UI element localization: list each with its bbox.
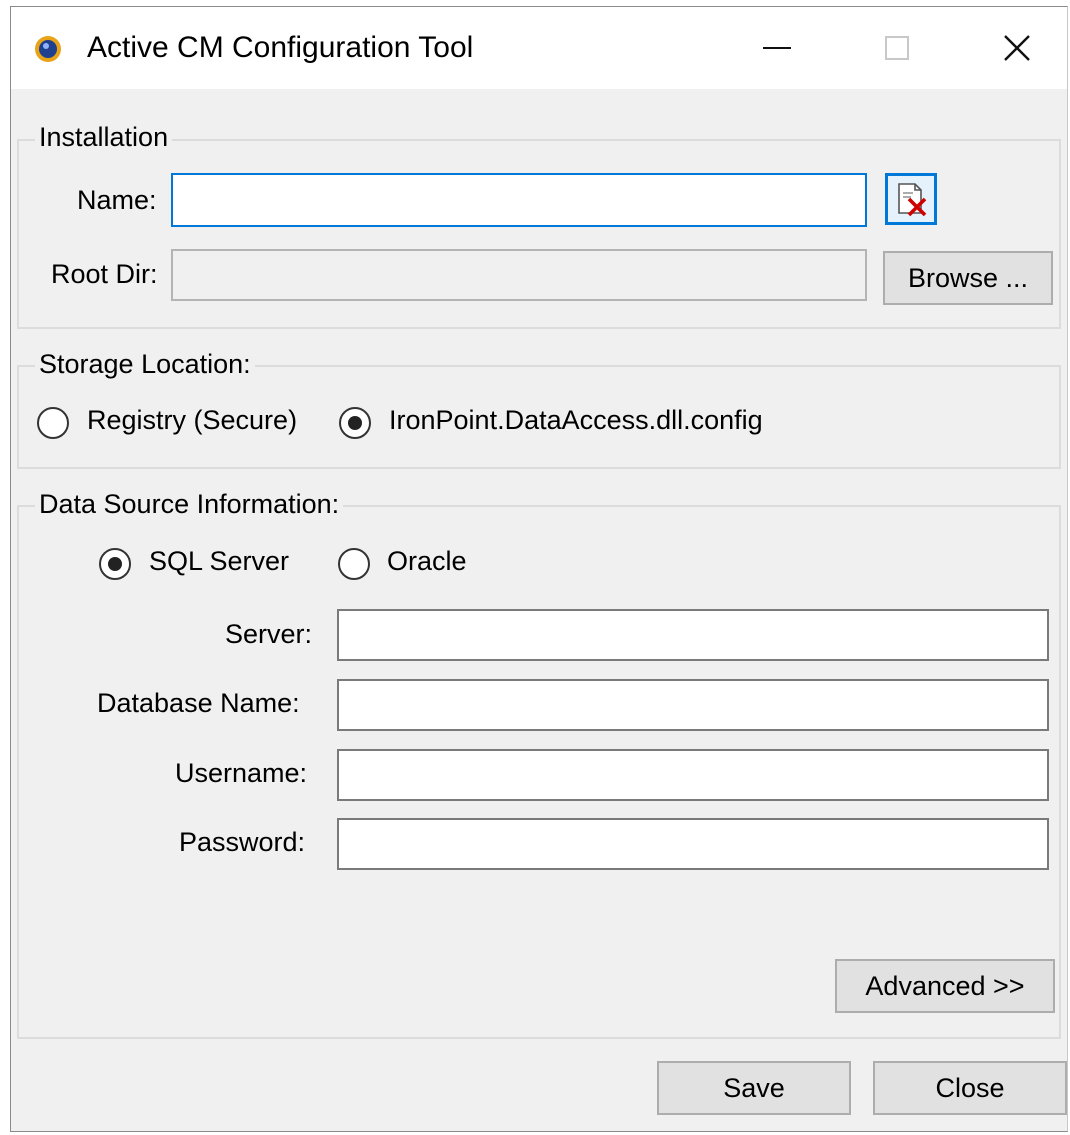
name-input[interactable] — [171, 173, 867, 227]
window-title: Active CM Configuration Tool — [87, 31, 474, 64]
password-input[interactable] — [337, 818, 1049, 870]
data-source-group-label: Data Source Information: — [35, 489, 344, 520]
maximize-button[interactable] — [867, 25, 927, 71]
name-label: Name: — [77, 185, 157, 215]
oracle-radio[interactable] — [338, 548, 370, 580]
registry-radio-label[interactable]: Registry (Secure) — [87, 405, 297, 436]
sql-server-radio[interactable] — [99, 548, 131, 580]
clear-name-button[interactable] — [885, 173, 937, 225]
storage-location-group-label: Storage Location: — [35, 349, 255, 380]
sql-server-radio-label[interactable]: SQL Server — [149, 546, 289, 577]
clear-document-icon — [898, 183, 927, 217]
username-input[interactable] — [337, 749, 1049, 801]
close-window-button[interactable] — [987, 25, 1047, 71]
browse-button[interactable]: Browse ... — [883, 251, 1053, 305]
close-icon — [1004, 35, 1030, 61]
database-name-input[interactable] — [337, 679, 1049, 731]
password-label: Password: — [179, 827, 306, 857]
database-name-label: Database Name: — [97, 688, 300, 718]
root-dir-input — [171, 249, 867, 301]
username-label: Username: — [175, 758, 308, 788]
installation-group-label: Installation — [35, 122, 173, 153]
close-button[interactable]: Close — [873, 1061, 1067, 1115]
app-logo-icon — [33, 33, 63, 63]
dll-config-radio[interactable] — [339, 407, 371, 439]
title-bar[interactable]: Active CM Configuration Tool — [11, 7, 1067, 89]
server-input[interactable] — [337, 609, 1049, 661]
advanced-button[interactable]: Advanced >> — [835, 959, 1055, 1013]
dll-config-radio-label[interactable]: IronPoint.DataAccess.dll.config — [389, 405, 763, 436]
oracle-radio-label[interactable]: Oracle — [387, 546, 467, 577]
radio-selected-dot — [348, 416, 362, 430]
radio-selected-dot — [108, 557, 122, 571]
registry-radio[interactable] — [37, 407, 69, 439]
save-button[interactable]: Save — [657, 1061, 851, 1115]
server-label: Server: — [225, 619, 313, 649]
minimize-icon — [763, 47, 791, 49]
maximize-icon — [885, 36, 909, 60]
dialog-window: Active CM Configuration Tool Installatio… — [10, 6, 1068, 1132]
minimize-button[interactable] — [747, 25, 807, 71]
root-dir-label: Root Dir: — [51, 259, 158, 289]
